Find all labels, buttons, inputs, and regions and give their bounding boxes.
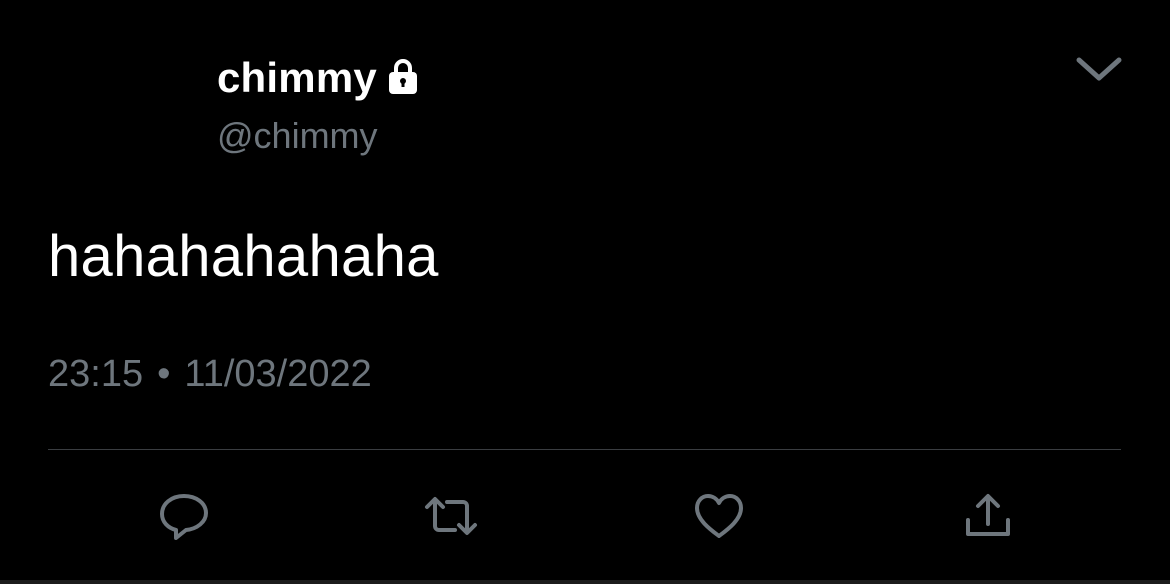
share-button[interactable]	[960, 490, 1016, 542]
separator-dot: •	[157, 353, 171, 395]
reply-button[interactable]	[156, 490, 212, 542]
divider	[48, 449, 1121, 450]
tweet-date: 11/03/2022	[184, 353, 372, 395]
bottom-edge	[0, 580, 1170, 584]
tweet-time: 23:15	[48, 353, 144, 395]
like-button[interactable]	[691, 490, 747, 542]
display-name[interactable]: chimmy	[217, 52, 377, 104]
tweet-text: hahahahahaha	[48, 224, 439, 289]
share-icon	[960, 490, 1016, 542]
tweet-detail: chimmy @chimmy hahahahahaha 23:15 • 11/0…	[0, 0, 1170, 584]
timestamp[interactable]: 23:15 • 11/03/2022	[48, 350, 372, 398]
retweet-button[interactable]	[423, 490, 479, 542]
author-name-row[interactable]: chimmy	[217, 52, 423, 104]
reply-icon	[156, 490, 212, 542]
heart-icon	[691, 490, 747, 542]
lock-icon	[383, 56, 423, 96]
author-handle[interactable]: @chimmy	[217, 114, 378, 158]
chevron-down-icon[interactable]	[1074, 50, 1124, 90]
retweet-icon	[423, 490, 479, 542]
